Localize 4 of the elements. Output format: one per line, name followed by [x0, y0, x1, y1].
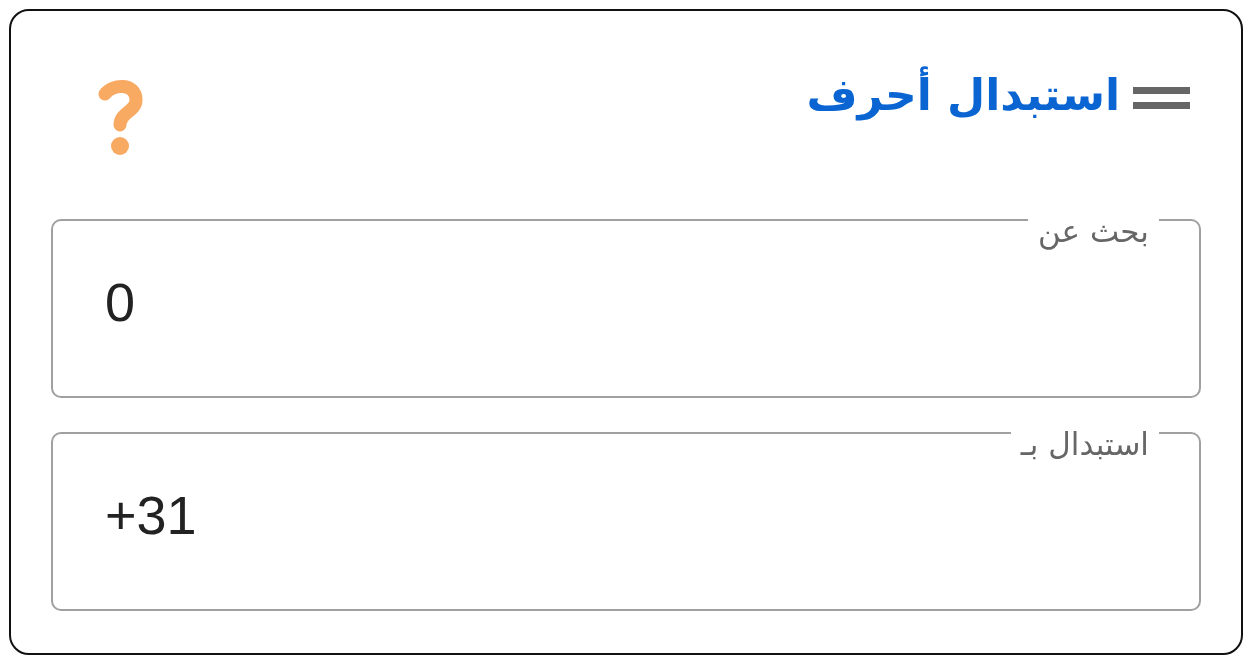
input-field[interactable]: +31 [105, 482, 1159, 548]
card-title: استبدال أحرف [806, 67, 1120, 123]
input-field[interactable]: 0 [105, 269, 1159, 335]
drag-handle-icon[interactable] [1133, 87, 1190, 109]
